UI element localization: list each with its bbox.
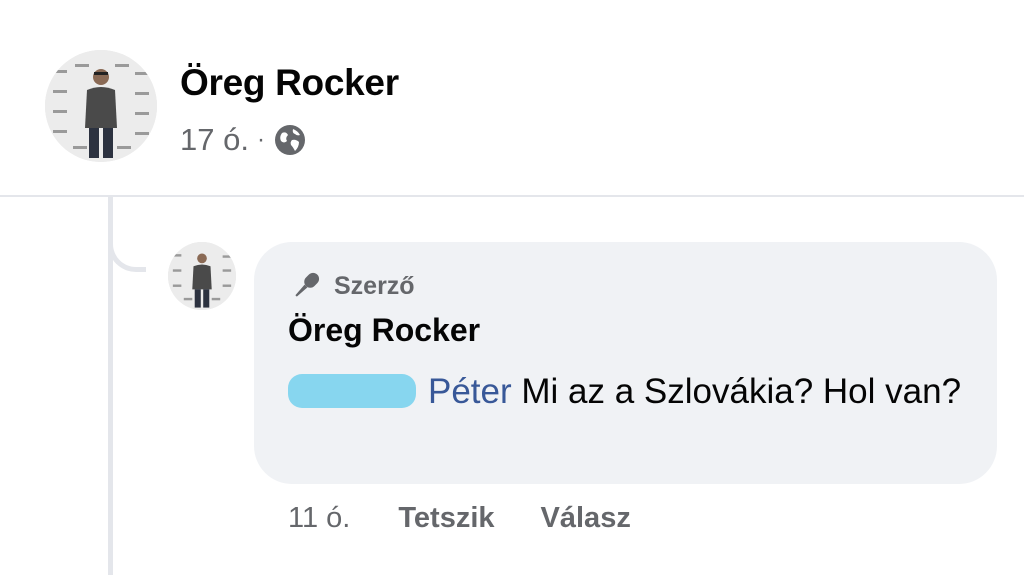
badge-label: Szerző xyxy=(334,271,415,300)
comment-time[interactable]: 11 ó. xyxy=(288,502,350,535)
post-meta: 17 ó. · xyxy=(180,122,307,158)
author-name[interactable]: Öreg Rocker xyxy=(180,62,399,104)
mention-link[interactable]: Péter xyxy=(428,372,512,411)
reply-button[interactable]: Válasz xyxy=(541,502,631,535)
header-divider xyxy=(0,195,1024,197)
meta-separator: · xyxy=(256,126,265,153)
comment-body: Mi az a Szlovákia? Hol van? xyxy=(511,372,962,411)
author-badge: Szerző xyxy=(288,268,415,304)
thread-connector xyxy=(108,230,146,272)
post-time[interactable]: 17 ó. xyxy=(180,122,249,158)
comment-text: Péter Mi az a Szlovákia? Hol van? xyxy=(288,364,978,420)
microphone-icon xyxy=(295,272,320,297)
author-avatar[interactable] xyxy=(45,50,157,162)
redacted-name xyxy=(288,373,416,408)
commenter-name[interactable]: Öreg Rocker xyxy=(288,312,480,349)
post-header: Öreg Rocker 17 ó. · xyxy=(0,0,1024,195)
globe-icon[interactable] xyxy=(273,123,307,157)
commenter-avatar[interactable] xyxy=(168,242,236,310)
comment-actions: 11 ó. Tetszik Válasz xyxy=(288,502,677,535)
like-button[interactable]: Tetszik xyxy=(398,502,494,535)
